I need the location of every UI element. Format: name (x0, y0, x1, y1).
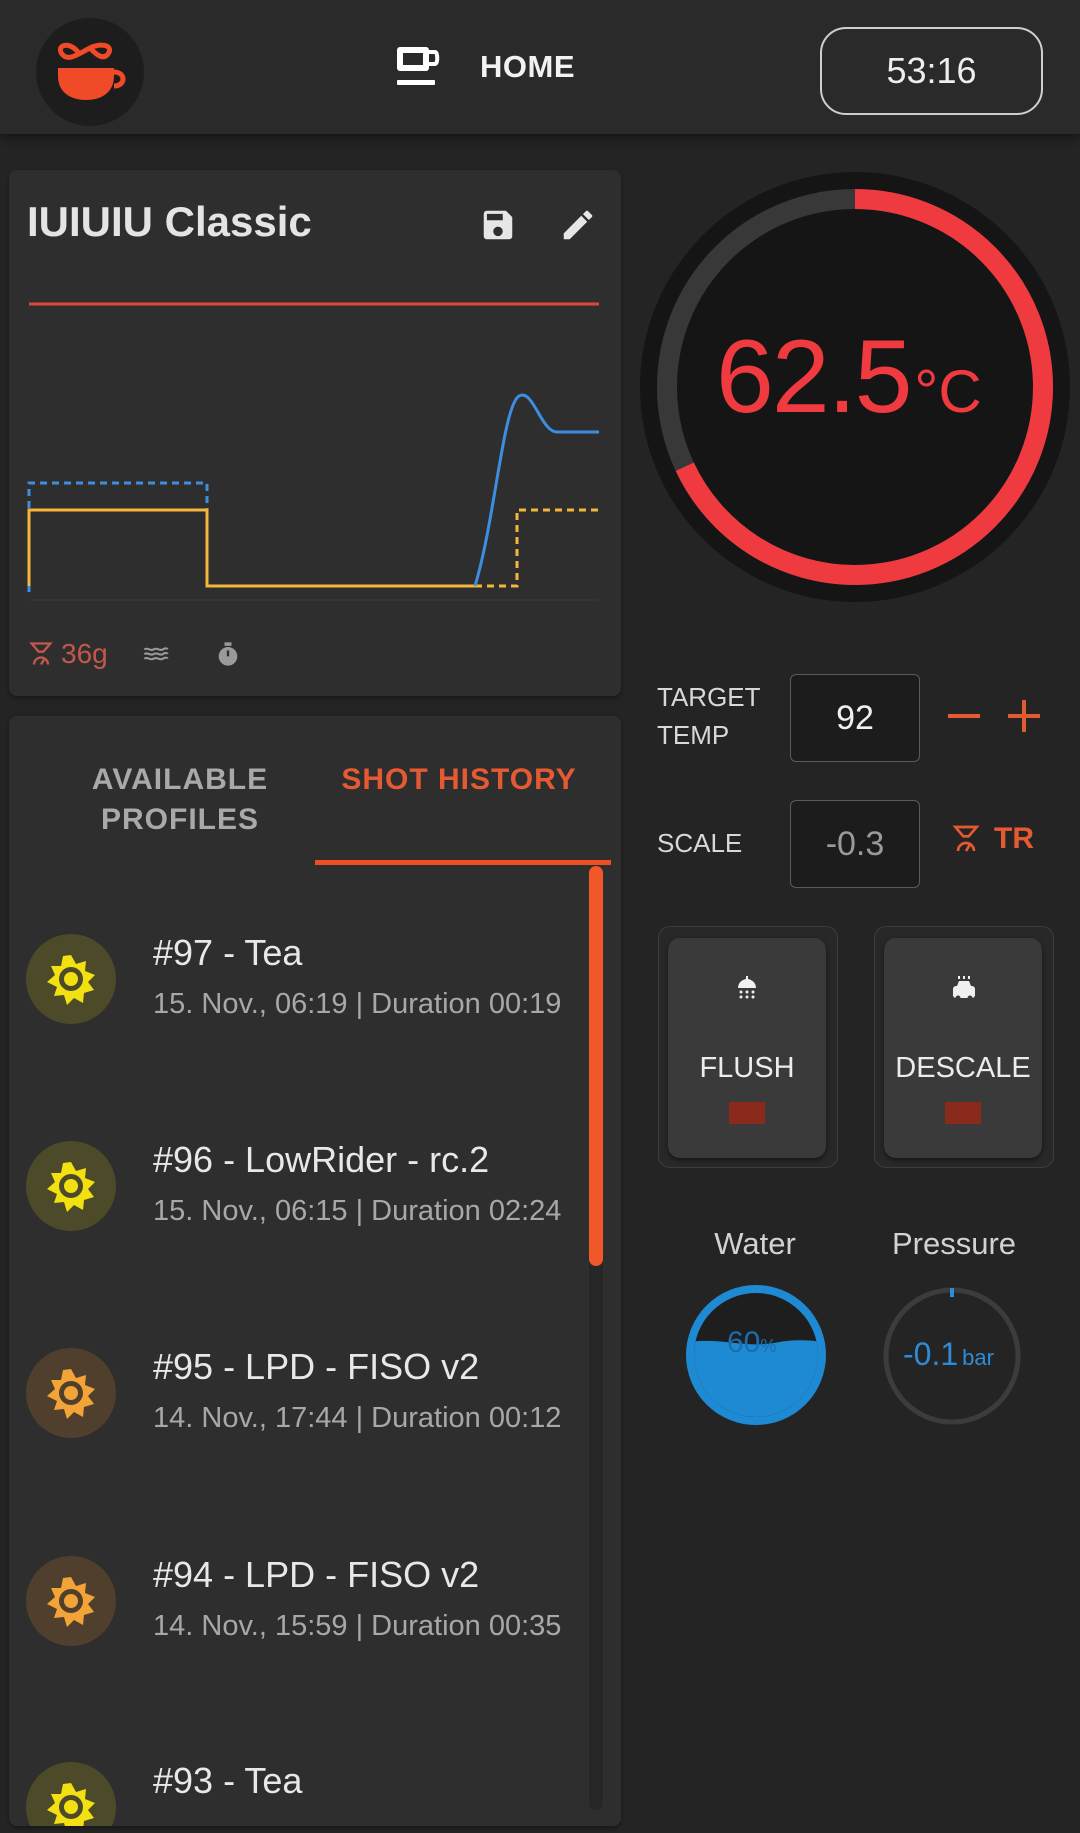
flush-label: FLUSH (699, 1052, 795, 1084)
active-tab-indicator (315, 860, 611, 865)
shot-title: #96 - LowRider - rc.2 (153, 1139, 490, 1180)
logo[interactable] (36, 18, 144, 126)
target-temp-field[interactable]: 92 (790, 674, 920, 762)
water-value: 60 (727, 1326, 761, 1359)
shot-title: #95 - LPD - FISO v2 (153, 1346, 480, 1387)
increase-temp-button[interactable] (1004, 696, 1044, 736)
stopwatch-icon (218, 642, 238, 666)
descale-control: DESCALE (874, 926, 1054, 1168)
shot-list-item[interactable]: #95 - LPD - FISO v2 14. Nov., 17:44 | Dur… (9, 1304, 579, 1504)
water-label: Water (714, 1226, 796, 1261)
shot-list-item[interactable]: #94 - LPD - FISO v2 14. Nov., 15:59 | Dur… (9, 1512, 579, 1712)
descale-label: DESCALE (895, 1052, 1031, 1084)
shot-title: #93 - Tea (153, 1760, 303, 1801)
temperature-unit: °C (914, 358, 982, 425)
target-weight: 36g (61, 638, 108, 669)
tab-available-profiles[interactable]: AVAILABLE PROFILES (35, 760, 325, 840)
tare-label: TR (994, 822, 1034, 855)
pressure-unit: bar (962, 1345, 994, 1370)
shot-status-avatar (26, 1141, 116, 1231)
sun-icon (47, 1162, 95, 1212)
descale-icon (953, 976, 975, 1001)
history-card: AVAILABLE PROFILES SHOT HISTORY #97 - Te… (9, 716, 621, 1826)
temperature-readout: 62.5 °C (716, 318, 982, 437)
water-readout: 60 % (727, 1326, 776, 1360)
shot-timer-button[interactable]: 53:16 (820, 27, 1043, 115)
profile-card: IUIUIU Classic 36g (9, 170, 621, 696)
shot-status-avatar (26, 934, 116, 1024)
flow-line (473, 393, 599, 587)
shower-icon (738, 976, 756, 999)
shot-list-item[interactable]: #96 - LowRider - rc.2 15. Nov., 06:15 | D… (9, 1097, 579, 1297)
flush-control: FLUSH (658, 926, 838, 1168)
shot-title: #97 - Tea (153, 932, 303, 973)
pressure-needle-mark (950, 1288, 954, 1297)
shot-list-item[interactable]: #93 - Tea (9, 1718, 579, 1826)
shot-status-avatar (26, 1348, 116, 1438)
nav-home[interactable]: HOME (394, 44, 575, 90)
target-temp-label: TARGET TEMP (657, 678, 761, 754)
scrollbar-thumb[interactable] (589, 866, 603, 1266)
top-app-bar: HOME 53:16 (0, 0, 1080, 134)
pressure-line (27, 508, 475, 588)
flush-button[interactable]: FLUSH (668, 938, 826, 1158)
profile-stats: 36g (27, 638, 242, 670)
descale-button[interactable]: DESCALE (884, 938, 1042, 1158)
scale-label: SCALE (657, 828, 743, 858)
sun-icon (47, 1577, 95, 1627)
shot-title: #94 - LPD - FISO v2 (153, 1554, 480, 1595)
target-temp-label-line2: TEMP (657, 720, 730, 750)
pressure-target-line (475, 508, 599, 588)
nav-home-label: HOME (480, 49, 575, 84)
profile-chart (27, 302, 599, 601)
water-unit: % (760, 1336, 777, 1356)
shot-status-avatar (26, 1762, 116, 1826)
descale-indicator (945, 1102, 981, 1124)
flow-target-line (27, 481, 209, 592)
shot-details: 14. Nov., 17:44 | Duration 00:12 (153, 1402, 562, 1434)
shot-details: 15. Nov., 06:15 | Duration 02:24 (153, 1195, 562, 1227)
scale-icon (952, 825, 980, 852)
tab-shot-history[interactable]: SHOT HISTORY (314, 760, 604, 800)
tare-button[interactable]: TR (950, 822, 1034, 856)
pressure-value: -0.1 (903, 1336, 959, 1372)
shot-list-item[interactable]: #97 - Tea 15. Nov., 06:19 | Duration 00:1… (9, 890, 579, 1090)
target-temp-label-line1: TARGET (657, 682, 761, 712)
espresso-cup-logo-icon (58, 42, 126, 100)
water-waves-icon (143, 647, 169, 661)
temperature-value: 62.5 (716, 319, 912, 435)
flush-indicator (729, 1102, 765, 1124)
scale-value-field: -0.3 (790, 800, 920, 888)
sun-icon (47, 1783, 95, 1826)
shot-status-avatar (26, 1556, 116, 1646)
shot-details: 14. Nov., 15:59 | Duration 00:35 (153, 1610, 562, 1642)
pressure-label: Pressure (891, 1226, 1017, 1261)
decrease-temp-button[interactable] (944, 696, 984, 736)
coffee-cup-icon (397, 47, 440, 85)
shot-details: 15. Nov., 06:19 | Duration 00:19 (153, 988, 562, 1020)
pressure-readout: -0.1 bar (903, 1336, 994, 1373)
sun-icon (47, 955, 95, 1005)
sun-icon (47, 1369, 95, 1419)
scale-icon (29, 642, 53, 666)
